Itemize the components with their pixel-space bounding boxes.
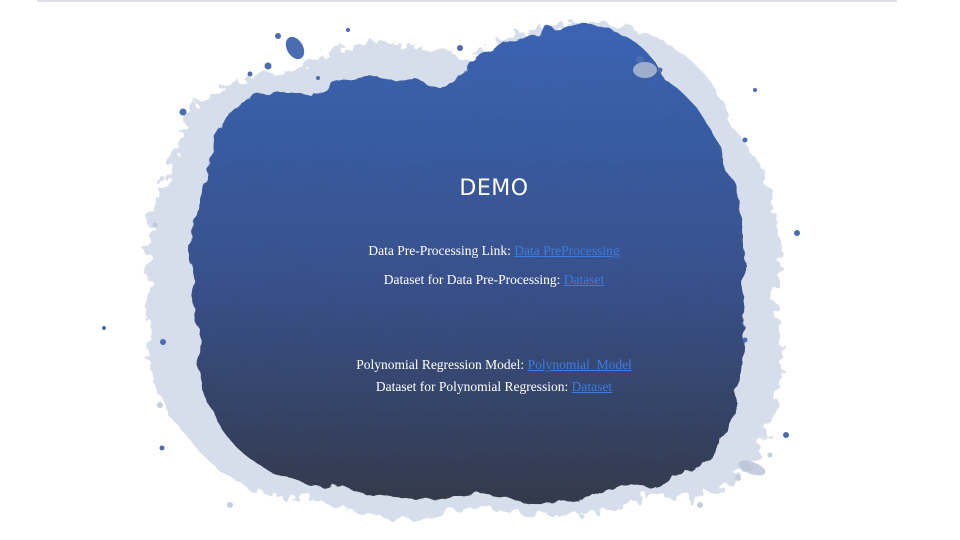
- polynomial-dataset-line: Dataset for Polynomial Regression: Datas…: [0, 379, 960, 395]
- preprocessing-link[interactable]: Data PreProcessing: [514, 243, 619, 258]
- polynomial-model-line: Polynomial Regression Model: Polynomial_…: [0, 357, 960, 373]
- slide: DEMO Data Pre-Processing Link: Data PreP…: [0, 0, 960, 540]
- polynomial-dataset-link[interactable]: Dataset: [572, 379, 612, 394]
- preprocessing-dataset-link[interactable]: Dataset: [564, 272, 604, 287]
- slide-content: DEMO Data Pre-Processing Link: Data PreP…: [0, 0, 960, 540]
- preprocessing-dataset-line: Dataset for Data Pre-Processing: Dataset: [0, 272, 960, 288]
- slide-title: DEMO: [459, 176, 529, 201]
- polynomial-model-link[interactable]: Polynomial_Model: [528, 357, 632, 372]
- preprocessing-label: Data Pre-Processing Link:: [368, 243, 511, 258]
- preprocessing-dataset-label: Dataset for Data Pre-Processing:: [383, 272, 561, 287]
- polynomial-model-label: Polynomial Regression Model:: [356, 357, 525, 372]
- polynomial-dataset-label: Dataset for Polynomial Regression:: [375, 379, 569, 394]
- preprocessing-line: Data Pre-Processing Link: Data PreProces…: [0, 243, 960, 259]
